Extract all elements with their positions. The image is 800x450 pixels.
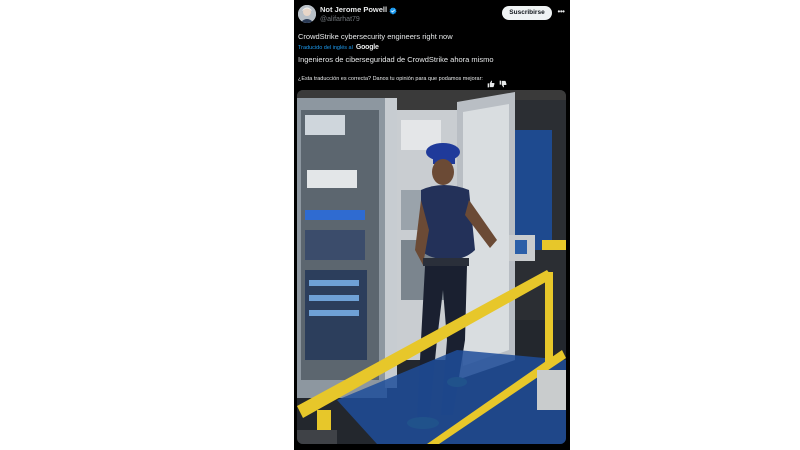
translated-by-link[interactable]: Traducido del inglés al <box>298 45 353 51</box>
tweet-text: CrowdStrike cybersecurity engineers righ… <box>298 32 453 41</box>
google-logo: Google <box>355 44 379 51</box>
translated-text: Ingenieros de ciberseguridad de CrowdStr… <box>298 55 494 64</box>
author-display-name[interactable]: Not Jerome Powell <box>320 5 387 15</box>
avatar[interactable] <box>298 5 316 23</box>
more-options-icon[interactable]: ••• <box>556 8 566 16</box>
photo-scene <box>297 90 566 444</box>
post-card: Not Jerome Powell @alifarhat79 Suscribir… <box>294 0 570 450</box>
author-handle[interactable]: @alifarhat79 <box>320 15 397 25</box>
translation-feedback: ¿Esta traducción es correcta? Danos tu o… <box>298 75 507 88</box>
subscribe-button[interactable]: Suscribirse <box>502 6 552 20</box>
verified-badge-icon <box>389 6 397 15</box>
thumbs-up-icon[interactable] <box>487 75 495 88</box>
translation-attribution: Traducido del inglés al Google <box>298 44 379 51</box>
thumbs-down-icon[interactable] <box>499 75 507 88</box>
post-photo[interactable] <box>297 90 566 444</box>
feedback-question: ¿Esta traducción es correcta? Danos tu o… <box>298 76 483 82</box>
avatar-image <box>298 5 316 23</box>
author-block: Not Jerome Powell @alifarhat79 <box>320 5 397 25</box>
